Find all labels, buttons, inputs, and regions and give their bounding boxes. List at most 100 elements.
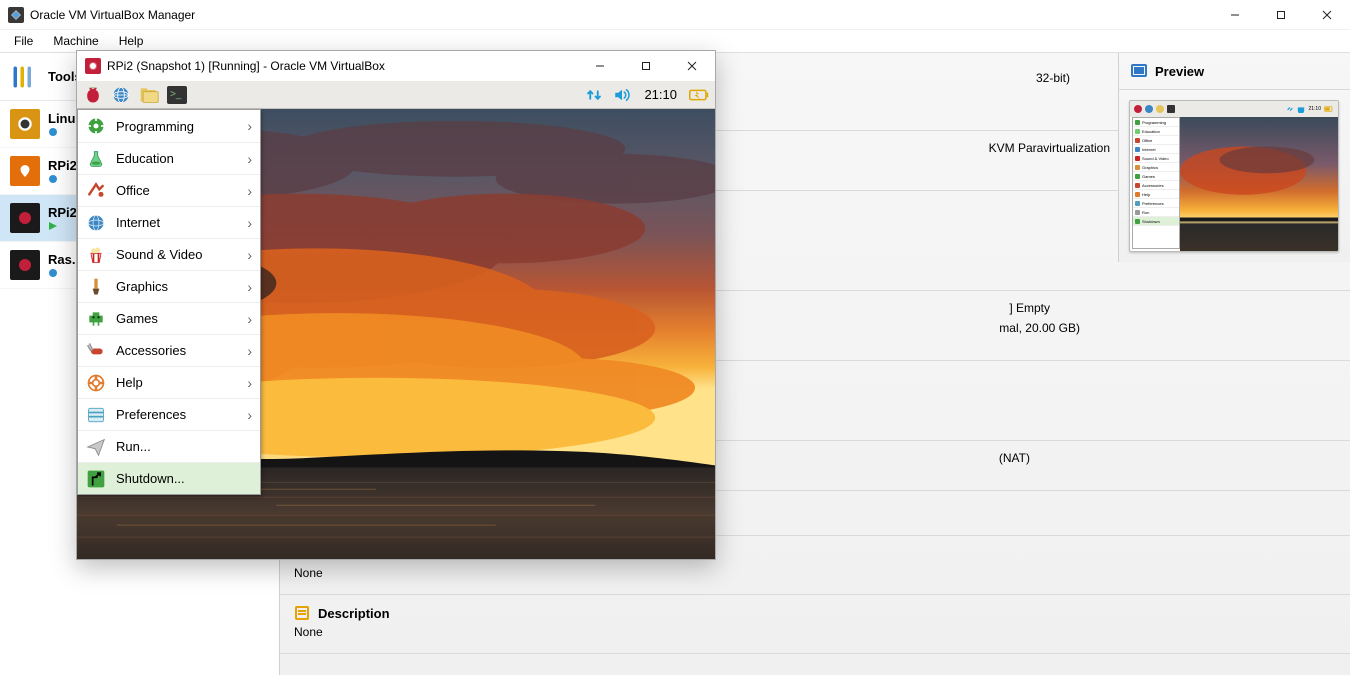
vbm-titlebar: Oracle VM VirtualBox Manager [0,0,1350,30]
chevron-right-icon: › [247,247,252,263]
preview-clock: 21:10 [1308,106,1321,112]
flask-icon [86,149,106,169]
chevron-right-icon: › [247,375,252,391]
briefcase-icon [86,181,106,201]
maximize-button[interactable] [1258,0,1304,30]
chevron-right-icon: › [247,311,252,327]
menu-file[interactable]: File [6,32,41,50]
battery-icon[interactable] [689,85,709,105]
menu-label: Help [116,375,237,390]
vm-thumb [10,250,40,280]
globe-icon [86,213,106,233]
vm-desktop[interactable]: >_ 21:10 [77,81,715,559]
vmw-maximize-button[interactable] [623,51,669,81]
chevron-right-icon: › [247,183,252,199]
menu-label: Sound & Video [116,247,237,262]
description-header: Description [318,606,390,621]
os-bits: 32-bit) [1036,71,1070,85]
menu-preferences[interactable]: Preferences › [78,398,260,430]
menu-education[interactable]: Education › [78,142,260,174]
vm-thumb [10,156,40,186]
menu-sound-video[interactable]: Sound & Video › [78,238,260,270]
vm-thumb [10,203,40,233]
menu-help[interactable]: Help [111,32,152,50]
preview-taskbar: 21:10 [1130,101,1338,117]
brush-icon [86,277,106,297]
vmw-close-button[interactable] [669,51,715,81]
vmw-minimize-button[interactable] [577,51,623,81]
menu-internet[interactable]: Internet › [78,206,260,238]
paravirt-value: KVM Paravirtualization [989,141,1110,155]
menu-programming[interactable]: Programming › [78,110,260,142]
disk-size: mal, 20.00 GB) [999,321,1080,335]
preview-label: Preview [1155,64,1204,79]
close-button[interactable] [1304,0,1350,30]
swiss-knife-icon [86,341,106,361]
network-icon[interactable] [584,85,604,105]
menu-machine[interactable]: Machine [45,32,106,50]
file-manager-icon[interactable] [139,85,159,105]
menu-label: Preferences [116,407,237,422]
menu-office[interactable]: Office › [78,174,260,206]
menu-label: Accessories [116,343,237,358]
preview-panel: Preview 21:10 [1118,53,1350,262]
raspberry-menu-icon[interactable] [83,85,103,105]
description-icon [294,605,310,621]
menu-label: Shutdown... [116,471,252,486]
preview-wallpaper [1180,117,1338,251]
preview-icon [1131,63,1147,79]
optical-value: ] Empty [1009,301,1050,315]
popcorn-icon [86,245,106,265]
volume-icon[interactable] [612,85,632,105]
vbox-icon [8,7,24,23]
rpi-taskbar: >_ 21:10 [77,81,715,109]
menu-accessories[interactable]: Accessories › [78,334,260,366]
chevron-right-icon: › [247,118,252,134]
vm-state [48,221,77,231]
network-nat: (NAT) [999,451,1030,465]
menu-label: Run... [116,439,252,454]
menu-shutdown[interactable]: Shutdown... [78,462,260,494]
minimize-button[interactable] [1212,0,1258,30]
vm-name: RPi2 [48,205,77,221]
menu-label: Education [116,151,237,166]
chevron-right-icon: › [247,343,252,359]
gear-icon [86,116,106,136]
paperplane-icon [86,437,106,457]
invader-icon [86,309,106,329]
start-menu: Programming › Education › Office › Inter… [77,109,261,495]
vm-app-icon [85,58,101,74]
chevron-right-icon: › [247,279,252,295]
vmw-title: RPi2 (Snapshot 1) [Running] - Oracle VM … [107,59,577,73]
description-value: None [294,625,323,639]
menu-games[interactable]: Games › [78,302,260,334]
vbm-title: Oracle VM VirtualBox Manager [30,8,1212,22]
menu-run[interactable]: Run... [78,430,260,462]
prefs-icon [86,405,106,425]
menu-help[interactable]: Help › [78,366,260,398]
taskbar-clock[interactable]: 21:10 [640,87,681,102]
vm-name: RPi2 [48,158,77,174]
vm-state [48,174,77,184]
menu-label: Office [116,183,237,198]
vmw-titlebar: RPi2 (Snapshot 1) [Running] - Oracle VM … [77,51,715,81]
menu-graphics[interactable]: Graphics › [78,270,260,302]
vbm-window-controls [1212,0,1350,30]
menu-label: Programming [116,119,237,134]
vbm-menubar: File Machine Help [0,30,1350,52]
terminal-icon[interactable]: >_ [167,85,187,105]
menu-label: Games [116,311,237,326]
details-description: Description None [280,595,1350,654]
tools-icon [10,63,38,91]
menu-label: Internet [116,215,237,230]
shared-folders-value: None [294,566,323,580]
vm-thumb [10,109,40,139]
web-browser-icon[interactable] [111,85,131,105]
lifebuoy-icon [86,373,106,393]
preview-start-menu: Programming Education Office Internet So… [1132,117,1180,249]
chevron-right-icon: › [247,215,252,231]
chevron-right-icon: › [247,151,252,167]
preview-thumbnail[interactable]: 21:10 Programming Education Office Inter… [1129,100,1339,252]
chevron-right-icon: › [247,407,252,423]
vm-running-window: RPi2 (Snapshot 1) [Running] - Oracle VM … [76,50,716,560]
